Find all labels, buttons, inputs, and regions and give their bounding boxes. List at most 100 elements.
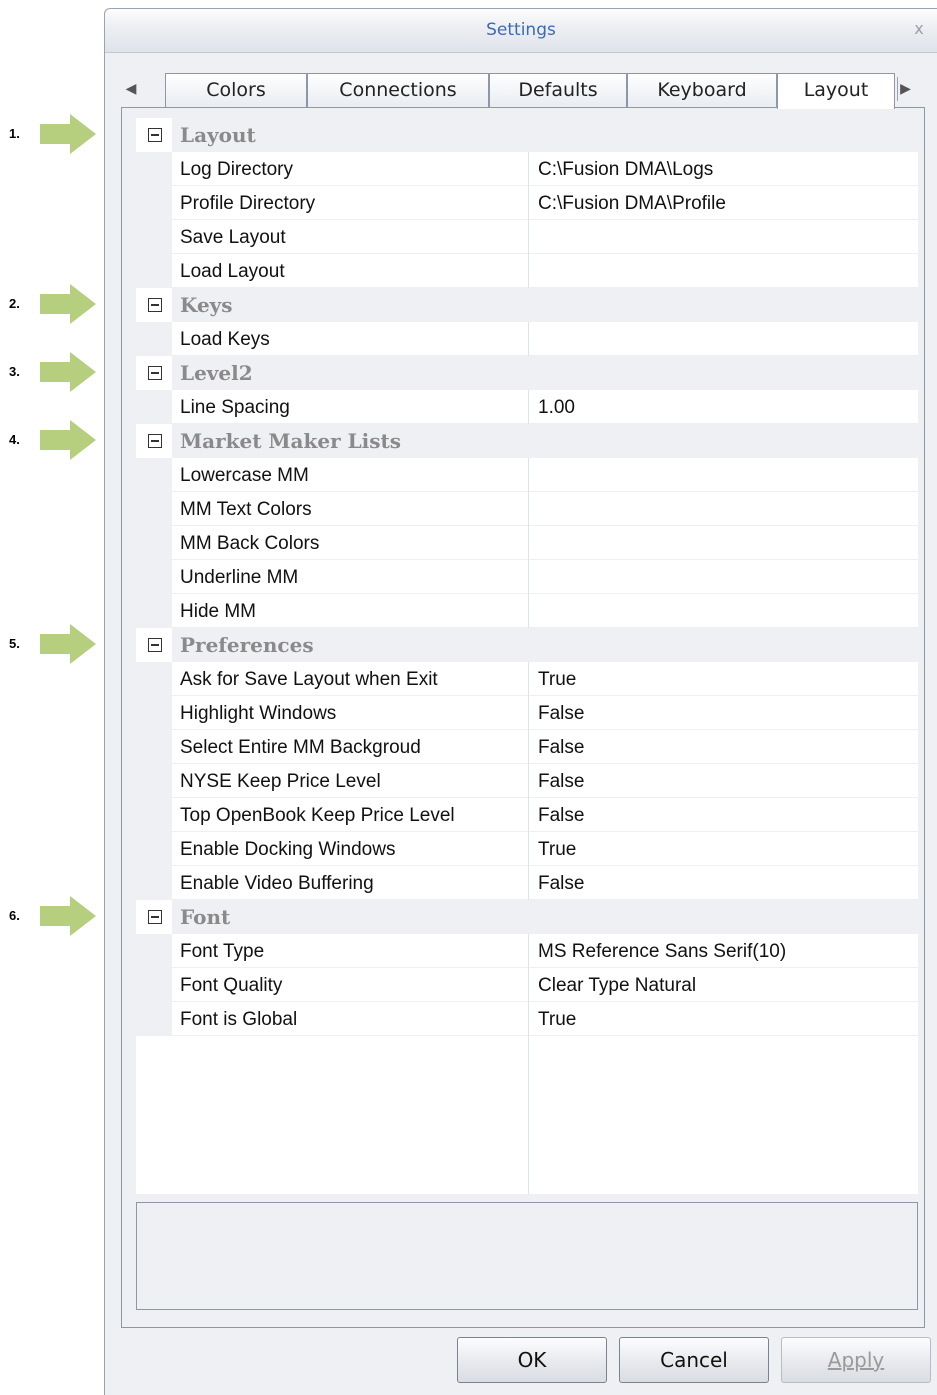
column-divider[interactable]: [528, 764, 529, 798]
tab-strip: ◀ Colors Connections Defaults Keyboard L…: [121, 69, 925, 109]
category-row[interactable]: Layout: [136, 118, 918, 152]
property-row[interactable]: Load Keys: [136, 322, 918, 356]
column-divider[interactable]: [528, 322, 529, 356]
property-row[interactable]: Enable Video Buffering False: [136, 866, 918, 900]
title-bar[interactable]: Settings x: [105, 9, 937, 53]
column-divider[interactable]: [528, 798, 529, 832]
category-row[interactable]: Market Maker Lists: [136, 424, 918, 458]
property-name: MM Text Colors: [180, 499, 312, 520]
description-box: [136, 1202, 918, 1310]
property-value[interactable]: False: [538, 873, 914, 895]
property-value[interactable]: True: [538, 669, 914, 691]
collapse-icon[interactable]: [148, 434, 162, 448]
collapse-icon[interactable]: [148, 298, 162, 312]
property-value[interactable]: C:\Fusion DMA\Profile: [538, 193, 914, 215]
column-divider[interactable]: [528, 220, 529, 254]
property-gutter: [136, 254, 172, 288]
category-row[interactable]: Font: [136, 900, 918, 934]
tab-connections[interactable]: Connections: [307, 73, 489, 107]
property-row[interactable]: Font is Global True: [136, 1002, 918, 1036]
property-name: Log Directory: [180, 159, 293, 180]
property-value[interactable]: True: [538, 1009, 914, 1031]
collapse-icon[interactable]: [148, 366, 162, 380]
property-row[interactable]: MM Back Colors: [136, 526, 918, 560]
column-divider[interactable]: [528, 662, 529, 696]
property-name: Font Type: [180, 941, 265, 962]
property-name: Select Entire MM Backgroud: [180, 737, 421, 758]
property-row[interactable]: Underline MM: [136, 560, 918, 594]
ok-button[interactable]: OK: [457, 1337, 607, 1383]
annotation-marker: 6.: [0, 896, 98, 936]
property-row[interactable]: Top OpenBook Keep Price Level False: [136, 798, 918, 832]
column-divider[interactable]: [528, 730, 529, 764]
property-row[interactable]: Ask for Save Layout when Exit True: [136, 662, 918, 696]
property-row[interactable]: NYSE Keep Price Level False: [136, 764, 918, 798]
property-row[interactable]: Save Layout: [136, 220, 918, 254]
property-gutter: [136, 866, 172, 900]
tab-keyboard[interactable]: Keyboard: [627, 73, 777, 107]
category-fill: [172, 356, 918, 390]
property-row[interactable]: MM Text Colors: [136, 492, 918, 526]
tab-scroll-left-icon[interactable]: ◀: [123, 77, 139, 101]
property-value[interactable]: C:\Fusion DMA\Logs: [538, 159, 914, 181]
annotation-marker: 2.: [0, 284, 98, 324]
property-row[interactable]: Select Entire MM Backgroud False: [136, 730, 918, 764]
property-name: Enable Video Buffering: [180, 873, 374, 894]
column-divider[interactable]: [528, 968, 529, 1002]
property-row[interactable]: Log Directory C:\Fusion DMA\Logs: [136, 152, 918, 186]
column-divider[interactable]: [528, 696, 529, 730]
apply-button-label: Apply: [827, 1348, 885, 1372]
collapse-icon[interactable]: [148, 638, 162, 652]
cancel-button[interactable]: Cancel: [619, 1337, 769, 1383]
column-divider[interactable]: [528, 934, 529, 968]
category-fill: [172, 288, 918, 322]
property-gutter: [136, 492, 172, 526]
column-divider[interactable]: [528, 390, 529, 424]
column-divider[interactable]: [528, 186, 529, 220]
property-row[interactable]: Font Quality Clear Type Natural: [136, 968, 918, 1002]
property-value[interactable]: False: [538, 703, 914, 725]
property-row[interactable]: Enable Docking Windows True: [136, 832, 918, 866]
column-divider[interactable]: [528, 458, 529, 492]
annotation-number: 2.: [9, 296, 20, 311]
column-divider[interactable]: [528, 594, 529, 628]
property-gutter: [136, 696, 172, 730]
category-row[interactable]: Keys: [136, 288, 918, 322]
collapse-icon[interactable]: [148, 128, 162, 142]
column-divider[interactable]: [528, 866, 529, 900]
property-name: Underline MM: [180, 567, 299, 588]
tab-scroll-right-icon[interactable]: ▶: [897, 77, 913, 101]
tab-layout[interactable]: Layout: [777, 73, 895, 109]
column-divider[interactable]: [528, 560, 529, 594]
property-grid: Layout Log Directory C:\Fusion DMA\Logs Pro…: [136, 118, 918, 1194]
category-fill: [172, 118, 918, 152]
property-value[interactable]: True: [538, 839, 914, 861]
property-value[interactable]: 1.00: [538, 397, 914, 419]
property-value[interactable]: False: [538, 737, 914, 759]
column-divider[interactable]: [528, 1002, 529, 1036]
column-divider[interactable]: [528, 526, 529, 560]
property-row[interactable]: Hide MM: [136, 594, 918, 628]
apply-button[interactable]: Apply: [781, 1337, 931, 1383]
column-divider[interactable]: [528, 492, 529, 526]
category-row[interactable]: Preferences: [136, 628, 918, 662]
property-row[interactable]: Load Layout: [136, 254, 918, 288]
property-gutter: [136, 968, 172, 1002]
property-value[interactable]: MS Reference Sans Serif(10): [538, 941, 914, 963]
property-row[interactable]: Lowercase MM: [136, 458, 918, 492]
column-divider[interactable]: [528, 254, 529, 288]
property-value[interactable]: Clear Type Natural: [538, 975, 914, 997]
tab-colors[interactable]: Colors: [165, 73, 307, 107]
category-row[interactable]: Level2: [136, 356, 918, 390]
tab-defaults[interactable]: Defaults: [489, 73, 627, 107]
column-divider[interactable]: [528, 152, 529, 186]
column-divider[interactable]: [528, 832, 529, 866]
close-icon[interactable]: x: [909, 19, 929, 39]
collapse-icon[interactable]: [148, 910, 162, 924]
property-value[interactable]: False: [538, 771, 914, 793]
property-row[interactable]: Line Spacing 1.00: [136, 390, 918, 424]
property-value[interactable]: False: [538, 805, 914, 827]
property-row[interactable]: Font Type MS Reference Sans Serif(10): [136, 934, 918, 968]
property-row[interactable]: Profile Directory C:\Fusion DMA\Profile: [136, 186, 918, 220]
property-row[interactable]: Highlight Windows False: [136, 696, 918, 730]
